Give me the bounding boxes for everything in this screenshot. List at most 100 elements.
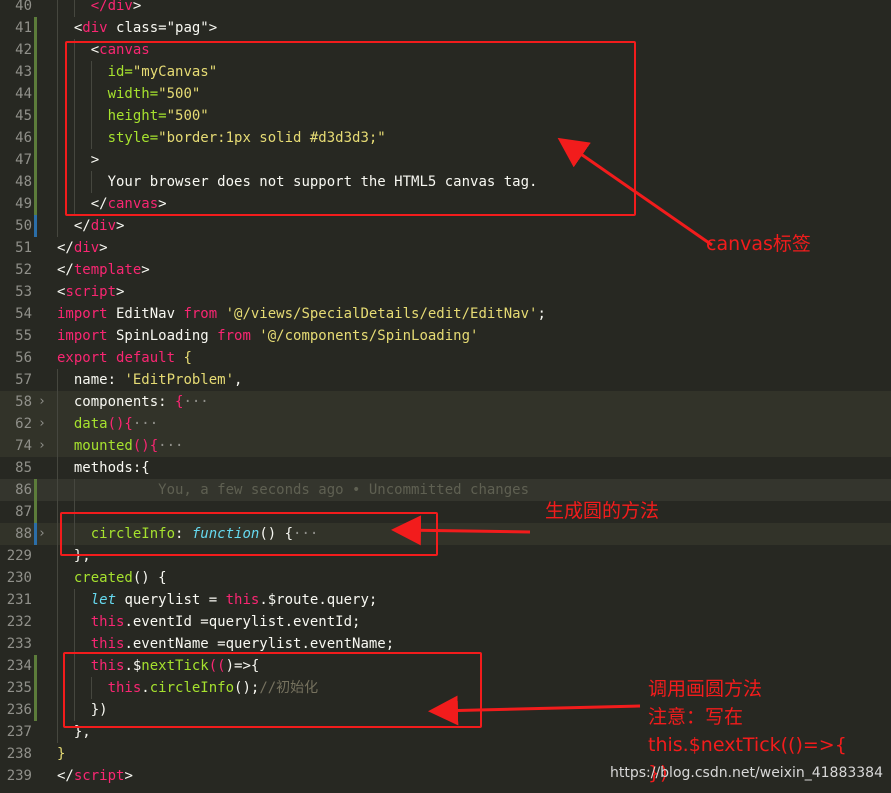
line-number: 237 xyxy=(6,724,32,740)
line-number: 231 xyxy=(6,592,32,608)
line-number: 50 xyxy=(15,218,32,234)
code-line[interactable]: 74 › mounted(){··· xyxy=(0,435,891,457)
indent-guide xyxy=(57,501,58,523)
code-line[interactable]: 231 let querylist = this.$route.query; xyxy=(0,589,891,611)
indent-guide xyxy=(57,83,58,105)
code-line[interactable]: 40 </div> xyxy=(0,0,891,17)
indent-guide xyxy=(57,457,58,479)
line-number: 52 xyxy=(15,262,32,278)
line-number: 87 xyxy=(15,504,32,520)
git-change-indicator xyxy=(34,523,37,545)
indent-guide xyxy=(57,39,58,61)
line-number: 54 xyxy=(15,306,32,322)
circle-method-label: 生成圆的方法 xyxy=(545,500,660,522)
code-token: ··· xyxy=(158,438,184,454)
indent-guide xyxy=(57,721,58,743)
code-line[interactable]: 52 </template> xyxy=(0,259,891,281)
code-token: (){ xyxy=(107,416,133,432)
code-token: () { xyxy=(132,570,167,586)
code-token: div xyxy=(90,218,117,234)
code-token: this xyxy=(90,614,125,630)
indent-guide xyxy=(57,611,58,633)
indent-guide xyxy=(57,523,58,545)
line-number: 233 xyxy=(6,636,32,652)
watermark: https://blog.csdn.net/weixin_41883384 xyxy=(609,765,883,781)
code-line[interactable]: 86 You, a few seconds ago • Uncommitted … xyxy=(0,479,891,501)
code-token: default xyxy=(116,350,176,366)
indent-guide xyxy=(57,0,58,17)
line-number: 48 xyxy=(15,174,32,190)
code-token: </ xyxy=(73,218,91,234)
fold-chevron-icon[interactable]: › xyxy=(38,391,50,413)
code-token: template xyxy=(73,262,142,278)
canvas-highlight-box xyxy=(65,41,636,216)
fold-chevron-icon[interactable]: › xyxy=(38,435,50,457)
git-change-indicator xyxy=(34,83,37,105)
code-text: </div> xyxy=(91,0,142,17)
code-token: querylist = xyxy=(116,592,226,608)
note-label-line1: 注意：写在 xyxy=(648,706,744,728)
code-token: .$route.query; xyxy=(259,592,378,608)
code-token: let xyxy=(90,592,117,608)
code-token: import xyxy=(57,306,108,322)
line-number: 239 xyxy=(6,768,32,784)
indent-guide xyxy=(57,149,58,171)
code-text: components: {··· xyxy=(74,391,209,413)
code-token: </ xyxy=(57,240,74,256)
code-token: div xyxy=(82,20,108,36)
line-number: 42 xyxy=(15,42,32,58)
code-token: data xyxy=(73,416,108,432)
git-change-indicator xyxy=(34,215,37,237)
line-number: 230 xyxy=(6,570,32,586)
indent-guide xyxy=(73,479,75,501)
code-token: ; xyxy=(537,306,546,322)
code-line[interactable]: 55 import SpinLoading from '@/components/… xyxy=(0,325,891,347)
code-text: <div class="pag"> xyxy=(74,17,217,39)
code-token: (){ xyxy=(132,438,159,454)
git-change-indicator xyxy=(34,479,37,501)
code-line[interactable]: 54 import EditNav from '@/views/SpecialDe… xyxy=(0,303,891,325)
line-number: 46 xyxy=(15,130,32,146)
code-line[interactable]: 53 <script> xyxy=(0,281,891,303)
code-token: class="pag"> xyxy=(107,20,218,36)
code-text: </template> xyxy=(57,259,150,281)
fold-chevron-icon[interactable]: › xyxy=(38,413,50,435)
code-token: .eventId =querylist.eventId; xyxy=(124,614,361,630)
line-number: 86 xyxy=(15,482,32,498)
code-token: > xyxy=(116,218,125,234)
line-number: 234 xyxy=(6,658,32,674)
indent-guide xyxy=(57,413,58,435)
code-line[interactable]: 85 methods:{ xyxy=(0,457,891,479)
code-text: name: 'EditProblem', xyxy=(74,369,243,391)
code-token: '@/views/SpecialDetails/edit/EditNav' xyxy=(217,306,538,322)
line-number: 85 xyxy=(15,460,32,476)
code-line[interactable]: 62 › data(){··· xyxy=(0,413,891,435)
line-number: 232 xyxy=(6,614,32,630)
code-line[interactable]: 56 export default { xyxy=(0,347,891,369)
line-number: 229 xyxy=(6,548,32,564)
code-line[interactable]: 57 name: 'EditProblem', xyxy=(0,369,891,391)
code-token: components: xyxy=(73,394,176,410)
code-line[interactable]: 41 <div class="pag"> xyxy=(0,17,891,39)
code-token: , xyxy=(234,372,243,388)
indent-guide xyxy=(73,0,75,17)
git-change-indicator xyxy=(34,501,37,523)
indent-guide xyxy=(57,61,58,83)
fold-chevron-icon[interactable]: › xyxy=(38,523,50,545)
code-line[interactable]: 232 this.eventId =querylist.eventId; xyxy=(0,611,891,633)
line-number: 238 xyxy=(6,746,32,762)
nexttick-highlight-box xyxy=(63,652,482,728)
indent-guide xyxy=(57,633,58,655)
code-line[interactable]: 230 created() { xyxy=(0,567,891,589)
line-number: 43 xyxy=(15,64,32,80)
code-line[interactable]: 58 › components: {··· xyxy=(0,391,891,413)
indent-guide xyxy=(57,105,58,127)
code-token: ··· xyxy=(183,394,209,410)
indent-guide xyxy=(57,545,58,567)
indent-guide xyxy=(57,369,58,391)
code-token: '@/components/SpinLoading' xyxy=(250,328,479,344)
code-text: created() { xyxy=(74,567,167,589)
indent-guide xyxy=(57,193,58,215)
code-token: .eventName =querylist.eventName; xyxy=(124,636,395,652)
